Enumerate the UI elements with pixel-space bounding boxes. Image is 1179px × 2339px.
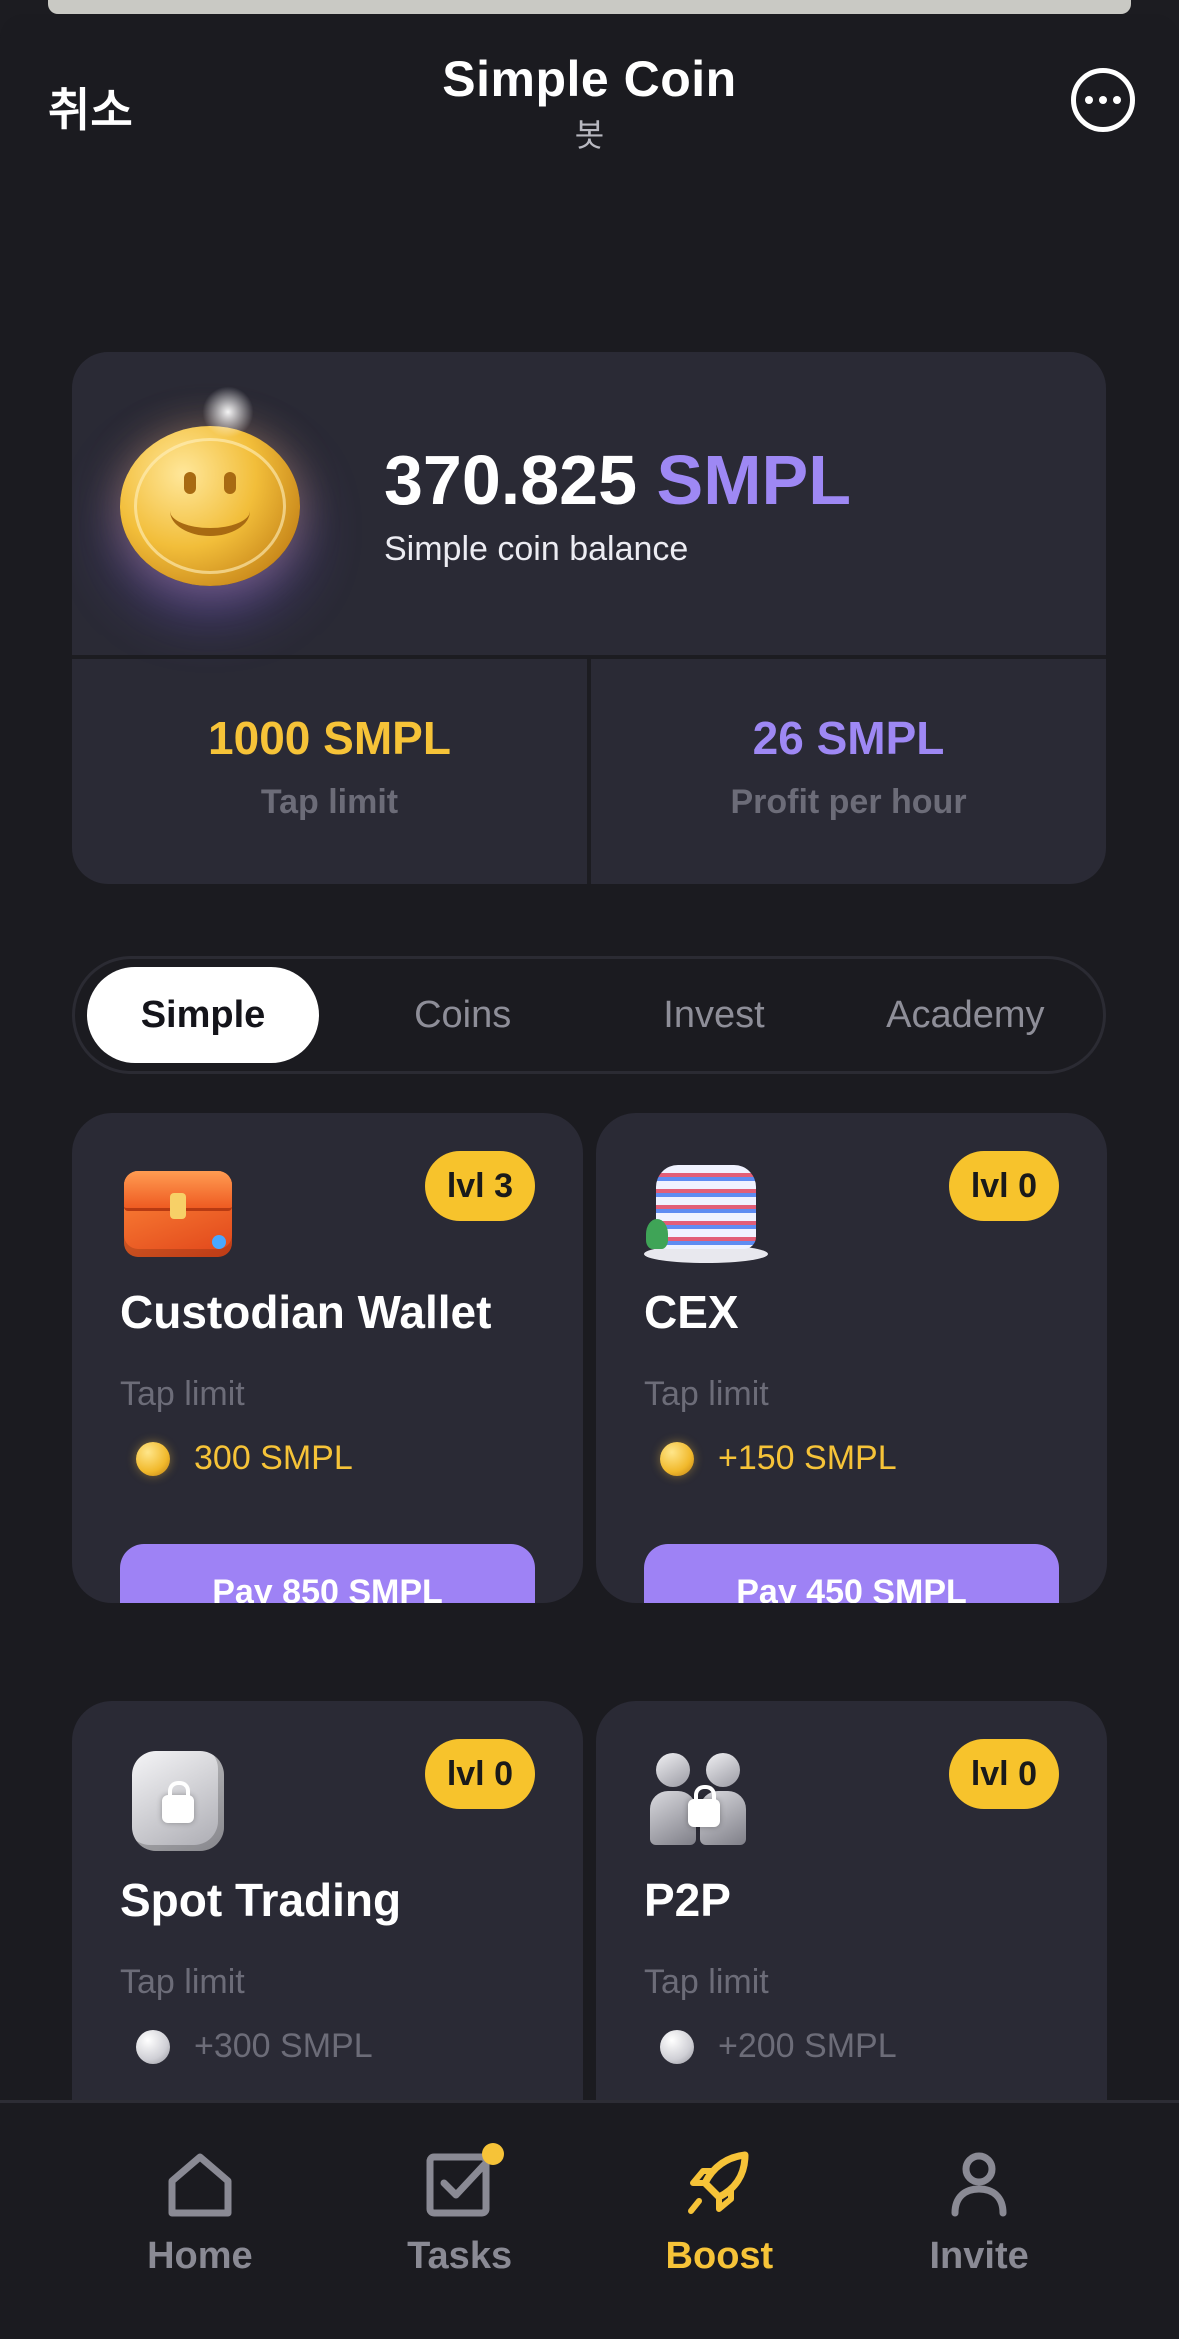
balance-value: 370.825	[384, 441, 638, 519]
boost-card-cex[interactable]: lvl 0 CEX Tap limit +150 SMPL Pay 450 SM…	[596, 1113, 1107, 1603]
balance-stats: 1000 SMPL Tap limit 26 SMPL Profit per h…	[72, 655, 1106, 884]
card-subtitle: Tap limit	[644, 1963, 769, 2001]
tabbar-label: Invite	[929, 2235, 1029, 2277]
profit-value: 26 SMPL	[752, 712, 945, 764]
tabbar-invite[interactable]: Invite	[849, 2103, 1109, 2339]
tab-academy[interactable]: Academy	[840, 967, 1091, 1063]
reward-value: +300 SMPL	[194, 2027, 373, 2065]
reward-value: +200 SMPL	[718, 2027, 897, 2065]
card-title: CEX	[644, 1286, 739, 1338]
balance-amount: 370.825 SMPL	[384, 440, 851, 520]
mini-app-sheet: 취소 Simple Coin 봇 370.825 SMPL Simple coi…	[0, 14, 1179, 2339]
card-reward: +200 SMPL	[644, 2027, 897, 2066]
profit-per-hour-stat: 26 SMPL Profit per hour	[587, 659, 1106, 884]
tap-limit-value: 1000 SMPL	[208, 712, 451, 764]
balance-header: 370.825 SMPL Simple coin balance	[72, 352, 1106, 657]
card-subtitle: Tap limit	[120, 1375, 245, 1413]
card-reward: +150 SMPL	[644, 1439, 897, 1478]
app-subtitle: 봇	[574, 116, 605, 154]
card-subtitle: Tap limit	[644, 1375, 769, 1413]
reward-value: 300 SMPL	[194, 1439, 353, 1477]
p2p-lock-icon	[644, 1745, 764, 1855]
tabbar-label: Boost	[665, 2235, 774, 2277]
level-badge: lvl 0	[948, 1151, 1059, 1221]
sheet-grabber[interactable]	[48, 0, 1131, 14]
pay-button[interactable]: Pay 850 SMPL	[120, 1544, 535, 1603]
tap-limit-label: Tap limit	[260, 783, 399, 821]
card-title: Spot Trading	[120, 1874, 402, 1926]
coin-icon	[136, 1441, 170, 1476]
bottom-tab-bar: Home Tasks Boost Invite	[0, 2100, 1179, 2339]
coin-icon	[660, 2029, 694, 2064]
user-icon	[943, 2149, 1015, 2219]
top-navigation-bar: 취소 Simple Coin 봇	[0, 14, 1179, 174]
tab-coins[interactable]: Coins	[337, 967, 588, 1063]
boost-card-custodian-wallet[interactable]: lvl 3 Custodian Wallet Tap limit 300 SMP…	[72, 1113, 583, 1603]
card-reward: 300 SMPL	[120, 1439, 353, 1478]
level-badge: lvl 0	[948, 1739, 1059, 1809]
exchange-building-icon	[644, 1157, 768, 1267]
card-title: P2P	[644, 1874, 731, 1926]
notification-badge	[481, 2143, 504, 2165]
rocket-icon	[683, 2149, 755, 2219]
tabbar-boost[interactable]: Boost	[590, 2103, 850, 2339]
balance-label: Simple coin balance	[384, 530, 689, 568]
profit-label: Profit per hour	[730, 783, 967, 821]
simple-coin-icon	[120, 426, 300, 586]
wallet-icon	[120, 1157, 240, 1267]
tabbar-label: Tasks	[407, 2235, 513, 2277]
tasks-checkbox-icon	[424, 2143, 504, 2219]
title-block: Simple Coin 봇	[0, 50, 1179, 156]
tabbar-tasks[interactable]: Tasks	[330, 2103, 590, 2339]
app-title: Simple Coin	[442, 51, 737, 107]
spot-trading-lock-icon	[120, 1745, 240, 1855]
balance-currency: SMPL	[656, 441, 851, 519]
category-tabs: Simple Coins Invest Academy	[72, 956, 1106, 1074]
coin-icon	[136, 2029, 170, 2064]
tabbar-label: Home	[147, 2235, 253, 2277]
tab-simple[interactable]: Simple	[87, 967, 319, 1063]
tab-invest[interactable]: Invest	[588, 967, 839, 1063]
more-options-icon[interactable]	[1071, 68, 1135, 132]
card-title: Custodian Wallet	[120, 1286, 492, 1338]
coin-icon	[660, 1441, 694, 1476]
tabbar-home[interactable]: Home	[70, 2103, 330, 2339]
reward-value: +150 SMPL	[718, 1439, 897, 1477]
sparkle-icon	[198, 382, 258, 442]
pay-button[interactable]: Pay 450 SMPL	[644, 1544, 1059, 1603]
card-reward: +300 SMPL	[120, 2027, 373, 2066]
balance-card: 370.825 SMPL Simple coin balance 1000 SM…	[72, 352, 1106, 884]
home-icon	[164, 2149, 236, 2219]
card-subtitle: Tap limit	[120, 1963, 245, 2001]
level-badge: lvl 0	[424, 1739, 535, 1809]
level-badge: lvl 3	[424, 1151, 535, 1221]
tap-limit-stat: 1000 SMPL Tap limit	[72, 659, 587, 884]
